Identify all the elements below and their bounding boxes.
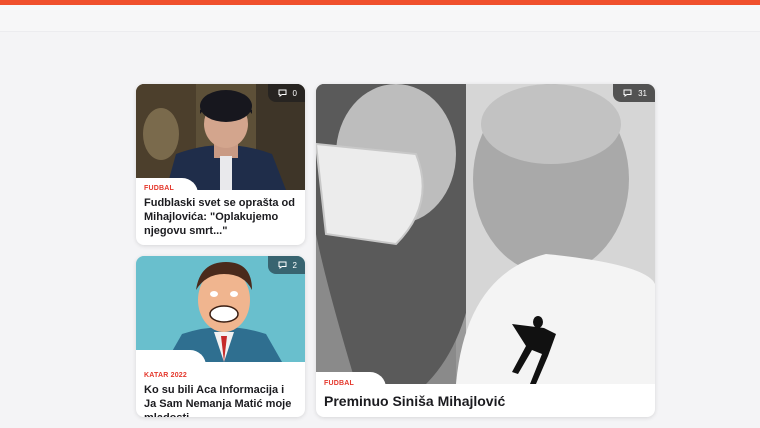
article-card-mihajlovic-tribute[interactable]: 0 FUDBAL Fudblaski svet se oprašta od Mi… <box>136 84 305 245</box>
article-title[interactable]: Fudblaski svet se oprašta od Mihajlovića… <box>144 196 297 238</box>
comment-bubble-icon <box>623 89 632 97</box>
article-card-aca-informacija[interactable]: 2 KATAR 2022 Ko su bili Aca Informacija … <box>136 256 305 417</box>
navigation-strip <box>0 5 760 32</box>
comment-count-badge[interactable]: 0 <box>267 84 305 102</box>
category-tab <box>136 350 206 366</box>
comment-bubble-icon <box>278 89 287 97</box>
category-label[interactable]: KATAR 2022 <box>144 372 187 379</box>
comment-count: 31 <box>638 88 647 98</box>
comment-count-badge[interactable]: 2 <box>267 256 305 274</box>
category-label[interactable]: FUDBAL <box>324 380 354 387</box>
article-title[interactable]: Ko su bili Aca Informacija i Ja Sam Nema… <box>144 383 297 417</box>
category-label[interactable]: FUDBAL <box>144 185 174 192</box>
comment-count: 2 <box>292 260 297 270</box>
comment-count-badge[interactable]: 31 <box>613 84 655 102</box>
comment-bubble-icon <box>278 261 287 269</box>
comment-count: 0 <box>292 88 297 98</box>
article-card-featured[interactable]: 31 FUDBAL Preminuo Siniša Mihajlović <box>316 84 655 417</box>
article-hero-image[interactable] <box>316 84 655 384</box>
article-title[interactable]: Preminuo Siniša Mihajlović <box>324 392 647 410</box>
